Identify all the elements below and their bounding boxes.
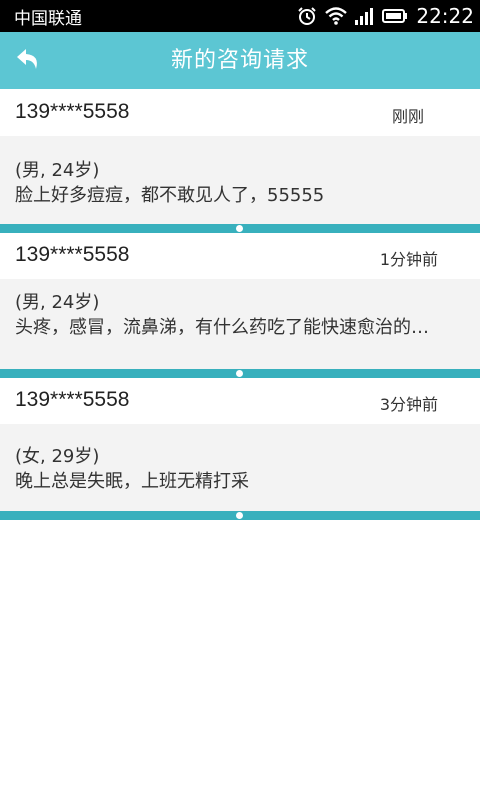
request-message: 头疼，感冒，流鼻涕，有什么药吃了能快速愈治的… [15, 317, 429, 338]
request-header: 139****5558 3分钟前 [0, 378, 480, 424]
request-item[interactable]: 139****5558 3分钟前 (女, 29岁) 晚上总是失眠，上班无精打采 [0, 378, 480, 520]
alarm-icon [296, 5, 318, 27]
status-bar: 中国联通 22:22 [0, 0, 480, 32]
app-header: 新的咨询请求 [0, 32, 480, 89]
patient-info: (女, 29岁) [15, 446, 100, 467]
request-time: 3分钟前 [379, 395, 438, 414]
separator-dot [236, 370, 243, 377]
request-time: 1分钟前 [379, 250, 438, 269]
patient-info: (男, 24岁) [15, 160, 100, 181]
item-separator [0, 369, 480, 378]
request-list: 139****5558 刚刚 (男, 24岁) 脸上好多痘痘，都不敢见人了，55… [0, 90, 480, 520]
patient-info: (男, 24岁) [15, 292, 100, 313]
separator-dot [236, 225, 243, 232]
request-item[interactable]: 139****5558 刚刚 (男, 24岁) 脸上好多痘痘，都不敢见人了，55… [0, 90, 480, 233]
signal-icon [354, 6, 376, 26]
request-header: 139****5558 刚刚 [0, 90, 480, 136]
request-body: (男, 24岁) 脸上好多痘痘，都不敢见人了，55555 [0, 136, 480, 224]
request-header: 139****5558 1分钟前 [0, 233, 480, 279]
status-time: 22:22 [416, 4, 474, 28]
carrier-name: 中国联通 [14, 8, 82, 29]
request-phone: 139****5558 [15, 100, 130, 123]
request-body: (男, 24岁) 头疼，感冒，流鼻涕，有什么药吃了能快速愈治的… [0, 279, 480, 369]
request-body: (女, 29岁) 晚上总是失眠，上班无精打采 [0, 424, 480, 511]
request-message: 脸上好多痘痘，都不敢见人了，55555 [15, 185, 325, 206]
wifi-icon [324, 6, 348, 26]
request-time: 刚刚 [391, 107, 424, 126]
request-phone: 139****5558 [15, 388, 130, 411]
separator-dot [236, 512, 243, 519]
status-icons: 22:22 [296, 4, 474, 28]
item-separator [0, 511, 480, 520]
battery-icon [382, 8, 408, 24]
item-separator [0, 224, 480, 233]
request-item[interactable]: 139****5558 1分钟前 (男, 24岁) 头疼，感冒，流鼻涕，有什么药… [0, 233, 480, 378]
request-phone: 139****5558 [15, 243, 130, 266]
page-title: 新的咨询请求 [170, 48, 309, 73]
request-message: 晚上总是失眠，上班无精打采 [15, 471, 249, 492]
